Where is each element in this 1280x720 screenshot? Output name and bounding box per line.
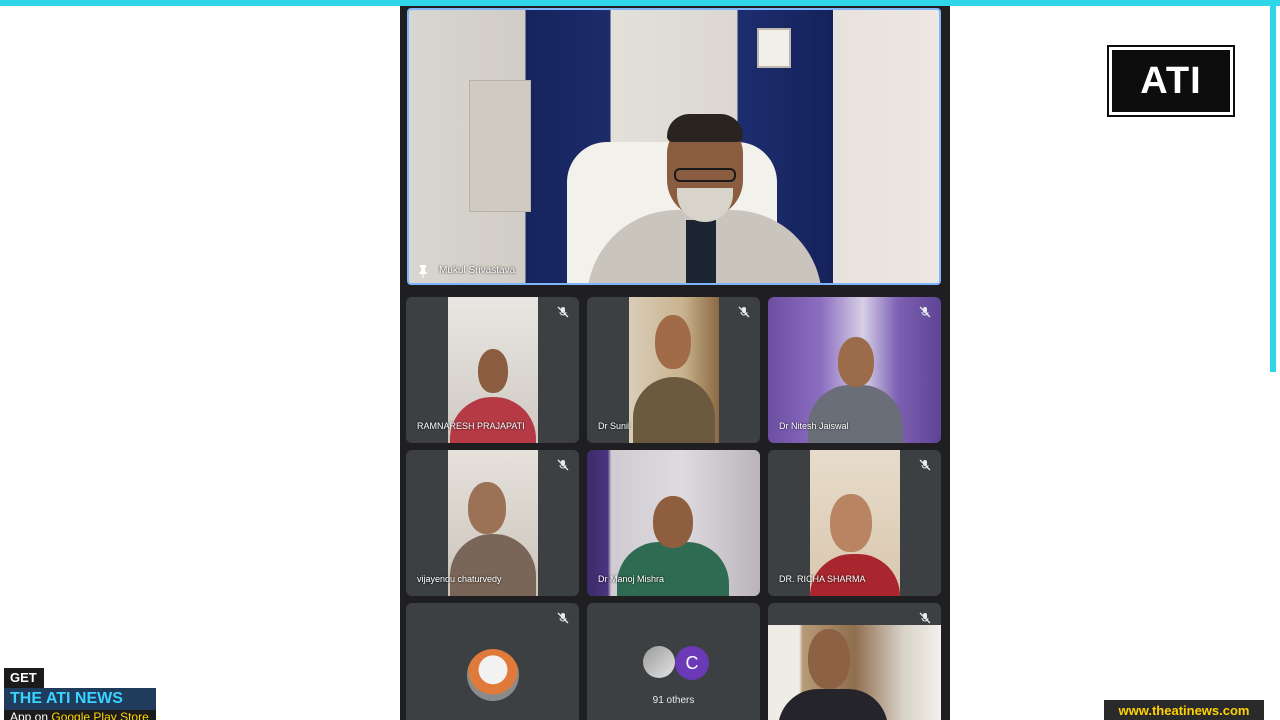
- participant-head: [468, 482, 506, 534]
- participant-name: RAMNARESH PRAJAPATI: [417, 421, 525, 431]
- main-speaker-video[interactable]: Mukul Srivastava: [407, 8, 941, 285]
- background-shelf: [469, 80, 531, 212]
- participant-head: [808, 629, 850, 689]
- mic-off-icon: [919, 459, 931, 471]
- main-speaker-name: Mukul Srivastava: [439, 265, 516, 276]
- participant-head: [830, 494, 872, 552]
- others-avatar-letter: C: [675, 646, 709, 680]
- participant-tile[interactable]: Dr Manoj Mishra: [587, 450, 760, 596]
- speaker-glasses: [674, 168, 736, 182]
- participant-body: [450, 397, 536, 443]
- others-tile[interactable]: C 91 others: [587, 603, 760, 720]
- mic-off-icon: [557, 459, 569, 471]
- participant-video: [768, 625, 941, 720]
- mic-off-icon: [919, 612, 931, 624]
- others-avatar: [643, 646, 675, 678]
- promo-store-name: Google Play Store: [51, 710, 149, 720]
- participant-body: [450, 534, 536, 596]
- participant-head: [838, 337, 874, 387]
- participant-body: [808, 385, 903, 443]
- participant-name: Dr Sunil: [598, 421, 631, 431]
- promo-store-line[interactable]: App on Google Play Store: [4, 710, 156, 720]
- promo-app-name[interactable]: THE ATI NEWS: [4, 688, 156, 710]
- mic-off-icon: [738, 306, 750, 318]
- ati-logo: ATI: [1109, 47, 1233, 115]
- participant-video: [629, 297, 719, 443]
- mic-off-icon: [557, 612, 569, 624]
- website-url[interactable]: www.theatinews.com: [1104, 700, 1264, 720]
- others-count: 91 others: [652, 695, 695, 706]
- participant-avatar: [467, 649, 519, 701]
- participant-body: [617, 542, 729, 596]
- right-accent-bar: [1270, 0, 1276, 372]
- participant-body: [778, 689, 888, 720]
- wall-frame: [757, 28, 791, 68]
- participant-tile[interactable]: Dr Nitesh Jaiswal: [768, 297, 941, 443]
- participant-tile[interactable]: RAMNARESH PRAJAPATI: [406, 297, 579, 443]
- speaker-tie: [686, 220, 716, 283]
- participant-tile[interactable]: Dr Sunil: [587, 297, 760, 443]
- participant-tile[interactable]: DR. RICHA SHARMA: [768, 450, 941, 596]
- participant-name: vijayendu chaturvedy: [417, 574, 502, 584]
- mic-off-icon: [557, 306, 569, 318]
- participant-head: [478, 349, 508, 393]
- promo-store-prefix: App on: [10, 710, 52, 720]
- promo-get-label: GET: [4, 668, 44, 688]
- participant-tile[interactable]: vijayendu chaturvedy: [406, 450, 579, 596]
- participant-head: [655, 315, 691, 369]
- participant-name: DR. RICHA SHARMA: [779, 574, 866, 584]
- participant-body: [633, 377, 715, 443]
- participant-name: Dr Nitesh Jaiswal: [779, 421, 849, 431]
- participant-tile[interactable]: [768, 603, 941, 720]
- mic-off-icon: [919, 306, 931, 318]
- pin-icon[interactable]: [417, 264, 429, 278]
- participant-name: Dr Manoj Mishra: [598, 574, 665, 584]
- participant-tile-avatar[interactable]: [406, 603, 579, 720]
- speaker-hair: [667, 114, 743, 142]
- participant-head: [653, 496, 693, 548]
